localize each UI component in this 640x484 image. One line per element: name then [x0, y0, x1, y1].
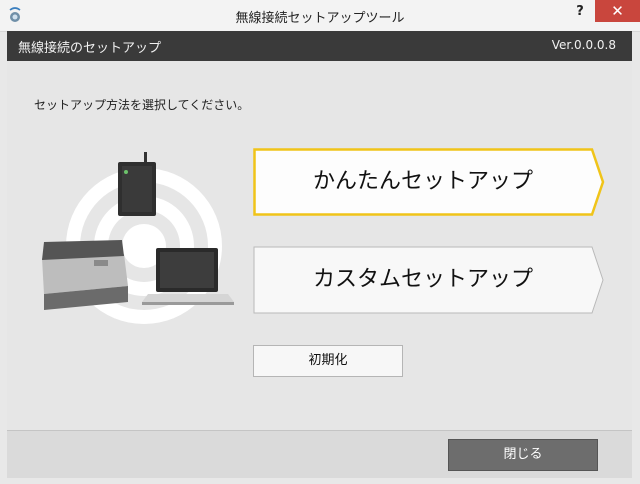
footer-bar: 閉じる — [7, 430, 632, 478]
wireless-router-icon — [118, 152, 156, 216]
title-bar: 無線接続セットアップツール ? ✕ — [0, 0, 640, 32]
custom-setup-label: カスタムセットアップ — [312, 267, 533, 292]
window-title: 無線接続セットアップツール — [235, 11, 405, 26]
easy-setup-label: かんたんセットアップ — [312, 169, 533, 194]
instruction-text: セットアップ方法を選択してください。 — [34, 98, 250, 112]
page-title: 無線接続のセットアップ — [18, 41, 162, 56]
help-button[interactable]: ? — [570, 2, 590, 22]
setup-window: 無線接続セットアップツール ? ✕ 無線接続のセットアップ Ver.0.0.0.… — [0, 0, 640, 484]
custom-setup-button[interactable]: カスタムセットアップ — [253, 246, 605, 314]
version-label: Ver.0.0.0.8 — [551, 38, 616, 52]
wireless-illustration — [34, 146, 254, 326]
content-area: セットアップ方法を選択してください。 かんたんセットアップ カスタムセットアップ… — [7, 61, 632, 430]
window-close-button[interactable]: ✕ — [595, 0, 640, 22]
header-bar: 無線接続のセットアップ Ver.0.0.0.8 — [7, 31, 632, 61]
initialize-button[interactable]: 初期化 — [253, 345, 403, 377]
close-button[interactable]: 閉じる — [448, 439, 598, 471]
easy-setup-button[interactable]: かんたんセットアップ — [253, 148, 605, 216]
scanner-icon — [42, 240, 128, 310]
